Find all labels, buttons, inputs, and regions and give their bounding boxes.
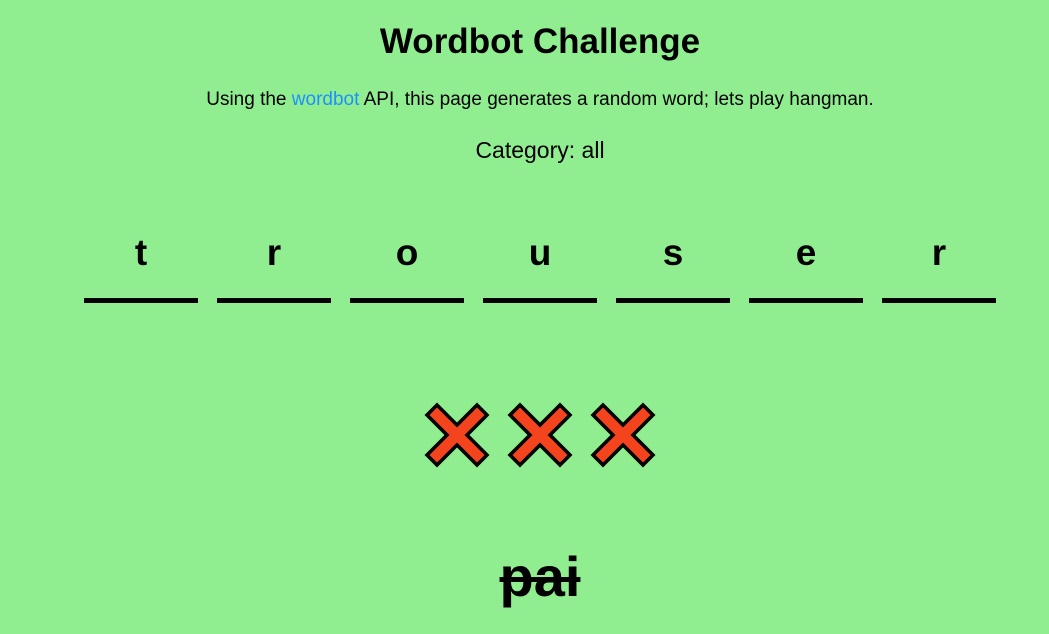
letter: t [134, 232, 148, 273]
letter-slot: o [350, 228, 464, 304]
letter: o [395, 232, 419, 273]
category-value: all [581, 137, 605, 163]
letter: u [528, 232, 552, 273]
letter-underline [483, 298, 597, 303]
letter-underline [350, 298, 464, 303]
letter-slot: e [749, 228, 863, 304]
letter-underline [882, 298, 996, 303]
letter-slot: r [217, 228, 331, 304]
letter-underline [217, 298, 331, 303]
letter-slot: t [84, 228, 198, 304]
intro-text: Using the wordbot API, this page generat… [0, 89, 1049, 111]
category-line: Category: all [0, 137, 1049, 163]
letter: r [931, 232, 947, 273]
letter-underline [749, 298, 863, 303]
letter-slot: u [483, 228, 597, 304]
category-label: Category: [475, 137, 582, 163]
letter: s [662, 232, 684, 273]
wordbot-link[interactable]: wordbot [292, 89, 360, 110]
x-mark-icon [424, 402, 490, 468]
letter: r [266, 232, 282, 273]
intro-text-before: Using the [206, 89, 292, 110]
guessed-word: pai [499, 545, 581, 608]
letter-underline [84, 298, 198, 303]
letter-slot: s [616, 228, 730, 304]
x-mark-icon [590, 402, 656, 468]
x-mark-icon [507, 402, 573, 468]
page-title: Wordbot Challenge [379, 22, 701, 61]
intro-text-after: API, this page generates a random word; … [359, 89, 874, 110]
letter-slot: r [882, 228, 996, 304]
letter-underline [616, 298, 730, 303]
letter: e [795, 232, 817, 273]
